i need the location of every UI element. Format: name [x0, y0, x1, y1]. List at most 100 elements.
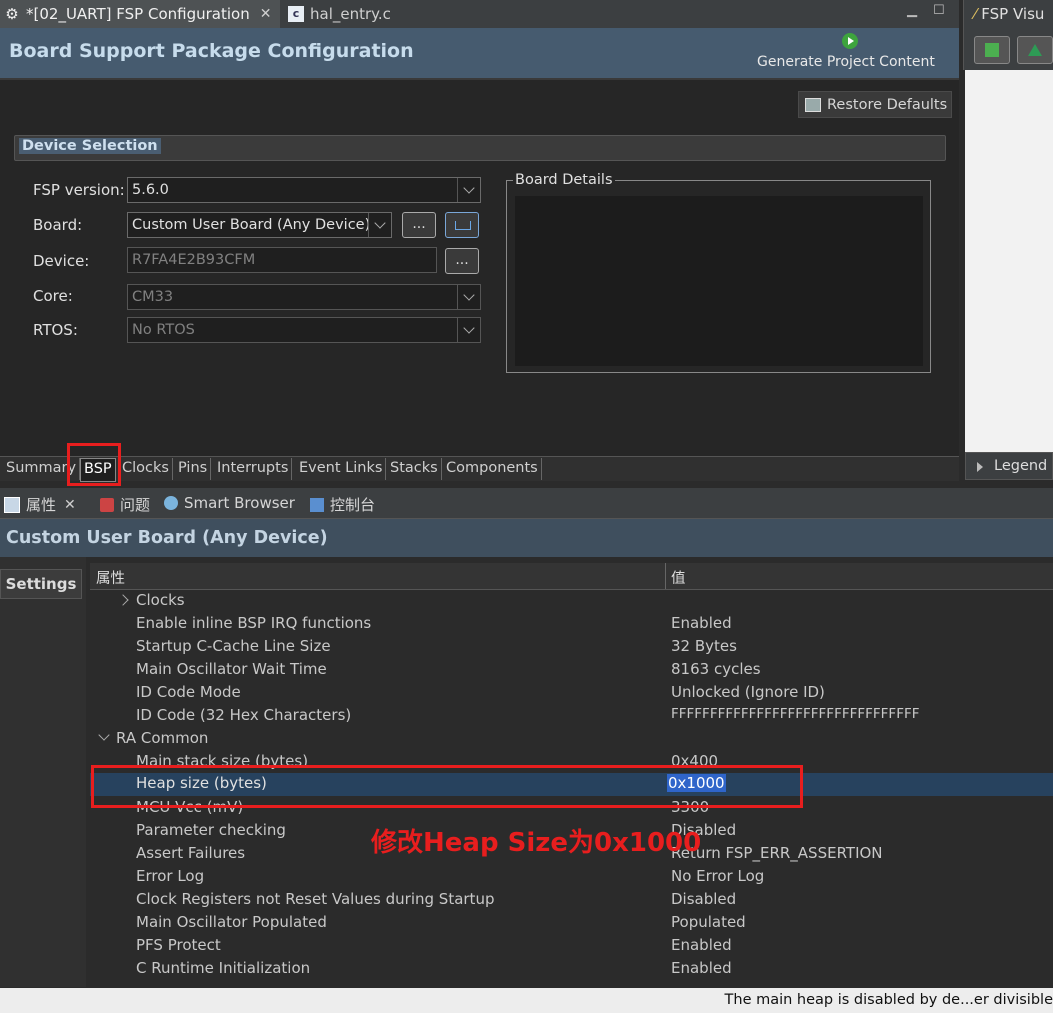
right-panel-title: FSP Visu: [981, 5, 1045, 23]
table-row[interactable]: ID Code (32 Hex Characters) FFFFFFFFFFFF…: [90, 705, 1053, 728]
chip-view-button[interactable]: [974, 36, 1010, 64]
heap-row-highlight-box: [91, 765, 803, 808]
table-row[interactable]: Enable inline BSP IRQ functions Enabled: [90, 613, 1053, 636]
board-browse-button[interactable]: ...: [402, 212, 436, 238]
tab-clocks[interactable]: Clocks: [119, 458, 173, 480]
annotation-text: 修改Heap Size为0x1000: [371, 828, 702, 858]
tab-fsp-configuration[interactable]: ⚙ *[02_UART] FSP Configuration ✕: [0, 0, 280, 28]
rtos-value: No RTOS: [132, 322, 195, 338]
table-row[interactable]: Main Oscillator Populated Populated: [90, 912, 1053, 935]
chevron-right-icon[interactable]: [117, 594, 129, 606]
tab-components[interactable]: Components: [443, 458, 542, 480]
maximize-icon[interactable]: ☐: [933, 3, 945, 18]
fsp-visualization-tab[interactable]: ⁄ FSP Visu: [974, 5, 1044, 23]
row-value: No Error Log: [671, 867, 765, 885]
restore-icon: [805, 97, 821, 112]
chevron-down-icon[interactable]: [98, 729, 110, 741]
close-icon[interactable]: ✕: [64, 497, 76, 513]
board-select[interactable]: Custom User Board (Any Device): [127, 212, 392, 238]
package-view-button[interactable]: [1017, 36, 1053, 64]
column-header-value[interactable]: 值: [671, 567, 686, 588]
row-value: Enabled: [671, 959, 732, 977]
row-name: Clock Registers not Reset Values during …: [136, 890, 495, 908]
chevron-right-icon[interactable]: [977, 462, 983, 472]
tab-console[interactable]: 控制台: [310, 494, 375, 515]
row-name: ID Code (32 Hex Characters): [136, 706, 352, 724]
legend-label[interactable]: Legend: [994, 458, 1047, 474]
status-message: The main heap is disabled by de...er div…: [724, 992, 1053, 1008]
core-select: CM33: [127, 284, 481, 310]
device-label: Device:: [33, 252, 90, 270]
chevron-down-icon[interactable]: [368, 213, 391, 237]
column-header-property[interactable]: 属性: [96, 567, 125, 588]
close-icon[interactable]: ✕: [260, 6, 272, 22]
wand-icon: ⁄: [974, 5, 977, 23]
row-name: Main Oscillator Populated: [136, 913, 327, 931]
properties-title: Custom User Board (Any Device): [6, 528, 328, 548]
problems-icon: [100, 497, 114, 512]
row-value: 8163 cycles: [671, 660, 761, 678]
fsp-version-label: FSP version:: [33, 181, 125, 199]
rtos-select: No RTOS: [127, 317, 481, 343]
device-value: R7FA4E2B93CFM: [132, 252, 256, 268]
generate-project-content-button[interactable]: Generate Project Content: [757, 54, 935, 70]
table-row[interactable]: PFS Protect Enabled: [90, 935, 1053, 958]
table-row[interactable]: C Runtime Initialization Enabled: [90, 958, 1053, 981]
row-name: C Runtime Initialization: [136, 959, 311, 977]
row-name: Assert Failures: [136, 844, 246, 862]
table-row[interactable]: Startup C-Cache Line Size 32 Bytes: [90, 636, 1053, 659]
table-row-ra-common[interactable]: RA Common: [90, 728, 1053, 751]
chip-icon: [985, 43, 999, 57]
device-selection-title: Device Selection: [19, 138, 161, 154]
device-browse-button[interactable]: ...: [445, 248, 479, 274]
tab-label: 控制台: [330, 496, 376, 514]
right-panel-body: [965, 70, 1053, 452]
gear-icon: ⚙: [5, 5, 19, 23]
core-value: CM33: [132, 289, 174, 305]
row-value: Enabled: [671, 936, 732, 954]
table-row-clocks[interactable]: Clocks: [90, 590, 1053, 613]
rtos-label: RTOS:: [33, 321, 78, 339]
tab-hal-entry[interactable]: c hal_entry.c: [284, 0, 394, 28]
tab-stacks[interactable]: Stacks: [387, 458, 442, 480]
chevron-down-icon[interactable]: [457, 178, 480, 202]
tab-problems[interactable]: 问题: [100, 494, 150, 515]
row-value: FFFFFFFFFFFFFFFFFFFFFFFFFFFFFFFF: [671, 706, 920, 722]
row-name: RA Common: [116, 729, 209, 747]
console-icon: [310, 497, 324, 512]
properties-icon: [4, 496, 20, 513]
minimize-icon[interactable]: ▁: [907, 3, 917, 18]
board-icon-button[interactable]: [445, 212, 479, 238]
table-row[interactable]: Clock Registers not Reset Values during …: [90, 889, 1053, 912]
board-details-content: [515, 196, 923, 366]
tab-properties[interactable]: 属性 ✕: [4, 494, 76, 515]
tab-label: *[02_UART] FSP Configuration: [26, 5, 250, 23]
board-label: Board:: [33, 216, 83, 234]
tab-smart-browser[interactable]: Smart Browser: [164, 494, 295, 512]
fsp-version-select[interactable]: 5.6.0: [127, 177, 481, 203]
board-icon: [455, 221, 471, 230]
table-header: [90, 563, 1053, 590]
bsp-tab-highlight-box: [67, 443, 121, 486]
row-name: ID Code Mode: [136, 683, 241, 701]
row-value: Disabled: [671, 890, 737, 908]
table-row[interactable]: Main Oscillator Wait Time 8163 cycles: [90, 659, 1053, 682]
c-file-icon: c: [288, 6, 304, 22]
smart-browser-icon: [164, 496, 178, 510]
row-name: Startup C-Cache Line Size: [136, 637, 331, 655]
restore-defaults-button[interactable]: Restore Defaults: [798, 91, 952, 118]
settings-tab[interactable]: Settings: [0, 569, 82, 599]
row-name: PFS Protect: [136, 936, 221, 954]
tab-label: hal_entry.c: [310, 5, 391, 23]
tab-pins[interactable]: Pins: [175, 458, 212, 480]
mountain-icon: [1028, 44, 1042, 56]
core-label: Core:: [33, 287, 73, 305]
column-separator[interactable]: [665, 563, 666, 589]
tab-event-links[interactable]: Event Links: [296, 458, 387, 480]
tab-interrupts[interactable]: Interrupts: [214, 458, 293, 480]
table-row[interactable]: ID Code Mode Unlocked (Ignore ID): [90, 682, 1053, 705]
play-icon[interactable]: [842, 33, 858, 49]
row-name: Clocks: [136, 591, 185, 609]
table-row[interactable]: Error Log No Error Log: [90, 866, 1053, 889]
row-name: Parameter checking: [136, 821, 286, 839]
